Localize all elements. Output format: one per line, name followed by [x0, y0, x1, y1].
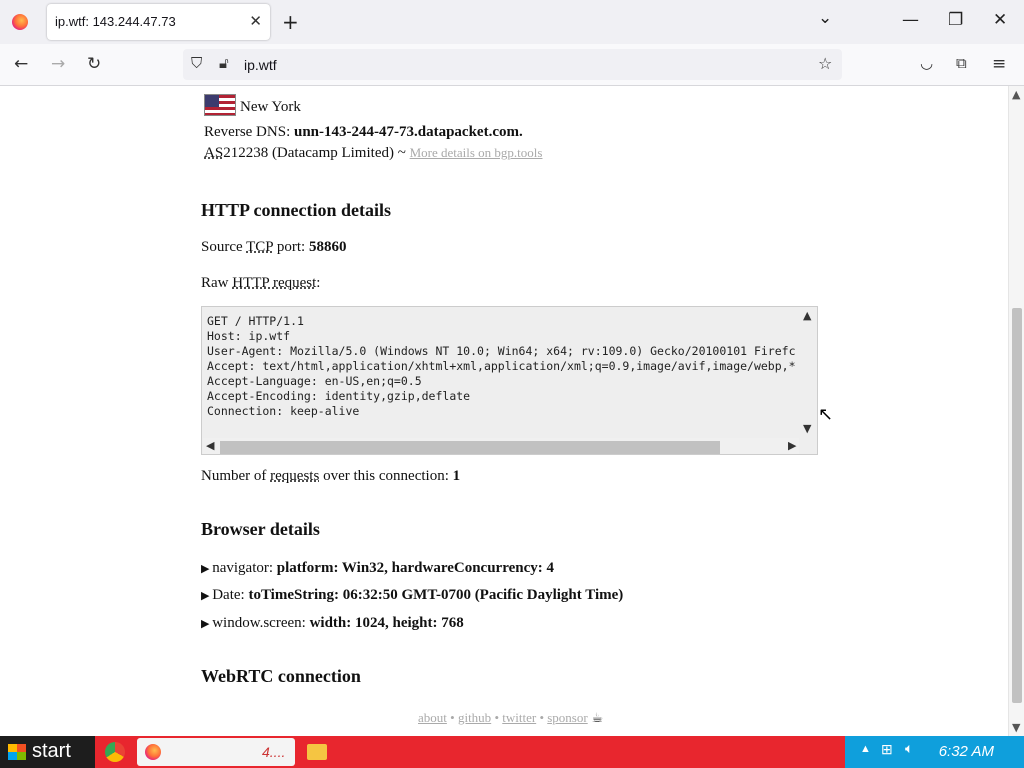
- firefox-task-button[interactable]: 4....: [137, 738, 295, 766]
- browser-tab[interactable]: ip.wtf: 143.244.47.73 ✕: [47, 4, 270, 40]
- http-request-abbr: HTTP request: [232, 275, 317, 291]
- footer-sep: •: [536, 710, 548, 725]
- raw-request-text: GET / HTTP/1.1 Host: ip.wtf User-Agent: …: [207, 314, 796, 418]
- page-scroll-down-icon[interactable]: ▼: [1012, 721, 1020, 734]
- new-tab-button[interactable]: +: [282, 10, 299, 34]
- requests-suffix: over this connection:: [319, 468, 453, 484]
- page-scroll-thumb[interactable]: [1012, 308, 1022, 703]
- extensions-icon[interactable]: ⧉: [956, 54, 967, 72]
- details-label: navigator:: [212, 560, 277, 576]
- lock-icon[interactable]: 🔓︎: [219, 54, 229, 72]
- horizontal-scrollbar[interactable]: ◀ ▶: [203, 438, 799, 454]
- footer-sep: •: [491, 710, 503, 725]
- taskbar-apps: 4....: [95, 736, 845, 768]
- network-icon[interactable]: ⊞: [881, 742, 893, 759]
- windows-logo-icon: [8, 744, 26, 760]
- close-window-icon[interactable]: ✕: [993, 10, 1007, 30]
- twitter-link[interactable]: twitter: [502, 710, 536, 725]
- footer: about • github • twitter • sponsor ☕︎: [418, 710, 603, 727]
- about-link[interactable]: about: [418, 710, 447, 725]
- us-flag-icon: [204, 94, 236, 116]
- reload-icon[interactable]: ↻: [87, 54, 101, 74]
- bgp-tools-link[interactable]: More details on bgp.tools: [410, 145, 543, 160]
- scroll-up-icon[interactable]: ▲: [803, 309, 811, 322]
- reverse-dns-value: unn-143-244-47-73.datapacket.com.: [294, 124, 523, 140]
- details-label: window.screen:: [212, 615, 310, 631]
- mouse-cursor-icon: ↖: [818, 404, 834, 425]
- details-value: toTimeString: 06:32:50 GMT-0700 (Pacific…: [248, 587, 624, 603]
- bookmark-star-icon[interactable]: ☆: [818, 54, 832, 73]
- pocket-icon[interactable]: ◡: [920, 54, 933, 72]
- tray-expand-icon[interactable]: ▲: [860, 743, 871, 755]
- firefox-logo-icon: [12, 14, 28, 30]
- as-info: AS212238 (Datacamp Limited) ~ More detai…: [204, 145, 542, 162]
- navigation-toolbar: ← → ↻ ⛉ 🔓︎ ip.wtf ☆ ◡ ⧉ ≡: [0, 44, 1024, 86]
- disclosure-triangle-icon: ▶: [201, 563, 213, 575]
- close-tab-icon[interactable]: ✕: [249, 12, 262, 30]
- details-screen[interactable]: ▶ window.screen: width: 1024, height: 76…: [201, 615, 464, 632]
- location-row: New York: [204, 94, 301, 116]
- minimize-icon[interactable]: —: [902, 10, 919, 30]
- details-value: platform: Win32, hardwareConcurrency: 4: [276, 560, 555, 576]
- sponsor-link[interactable]: sponsor: [547, 710, 587, 725]
- tab-strip: ip.wtf: 143.244.47.73 ✕ + ⌄ — ❐ ✕: [0, 0, 1024, 44]
- requests-abbr: requests: [270, 468, 320, 484]
- start-button[interactable]: start: [0, 736, 95, 768]
- horizontal-scroll-thumb[interactable]: [220, 441, 720, 454]
- raw-http-label: Raw HTTP request:: [201, 275, 320, 292]
- browser-details-heading: Browser details: [201, 519, 320, 539]
- folder-icon[interactable]: [307, 744, 327, 760]
- details-value: width: 1024, height: 768: [309, 615, 464, 631]
- reverse-dns: Reverse DNS: unn-143-244-47-73.datapacke…: [204, 124, 523, 141]
- port-label: port:: [273, 239, 309, 255]
- firefox-taskbar-icon: [145, 744, 161, 760]
- shield-icon[interactable]: ⛉: [191, 54, 202, 72]
- page-scrollbar[interactable]: ▲ ▼: [1008, 86, 1024, 736]
- as-abbr: AS: [204, 145, 224, 161]
- restore-icon[interactable]: ❐: [948, 10, 963, 30]
- start-label: start: [32, 740, 71, 762]
- menu-icon[interactable]: ≡: [992, 54, 1006, 74]
- details-navigator[interactable]: ▶ navigator: platform: Win32, hardwareCo…: [201, 560, 554, 577]
- scroll-left-icon[interactable]: ◀: [206, 439, 214, 452]
- requests-count: Number of requests over this connection:…: [201, 468, 460, 485]
- requests-value: 1: [452, 468, 461, 484]
- url-text[interactable]: ip.wtf: [244, 57, 277, 73]
- source-port: Source TCP port: 58860: [201, 239, 346, 256]
- http-heading: HTTP connection details: [201, 200, 392, 220]
- tab-title: ip.wtf: 143.244.47.73: [55, 14, 176, 29]
- requests-label: Number of: [201, 468, 271, 484]
- task-label: 4....: [262, 744, 286, 760]
- as-number: 212238 (Datacamp Limited) ~: [223, 145, 410, 161]
- windows-taskbar: start 4.... ▲ ⊞ 🔈︎ 6:32 AM: [0, 736, 1024, 768]
- disclosure-triangle-icon: ▶: [201, 618, 213, 630]
- port-value: 58860: [308, 239, 347, 255]
- details-label: Date:: [212, 587, 249, 603]
- page-content: New York Reverse DNS: unn-143-244-47-73.…: [0, 86, 1008, 736]
- volume-icon[interactable]: 🔈︎: [905, 742, 913, 758]
- page-scroll-up-icon[interactable]: ▲: [1012, 88, 1020, 101]
- footer-sep: •: [446, 710, 458, 725]
- city-name: New York: [240, 99, 301, 115]
- raw-label: Raw: [201, 275, 233, 291]
- coffee-icon: ☕︎: [591, 710, 604, 725]
- webrtc-heading: WebRTC connection: [201, 666, 361, 686]
- clock[interactable]: 6:32 AM: [939, 743, 994, 760]
- scroll-right-icon[interactable]: ▶: [788, 439, 796, 452]
- address-bar[interactable]: ⛉ 🔓︎ ip.wtf ☆: [183, 49, 842, 80]
- scroll-down-icon[interactable]: ▼: [803, 422, 811, 435]
- github-link[interactable]: github: [458, 710, 491, 725]
- raw-request-box[interactable]: GET / HTTP/1.1 Host: ip.wtf User-Agent: …: [201, 306, 818, 455]
- tcp-abbr: TCP: [246, 239, 274, 255]
- colon: :: [316, 275, 321, 291]
- reverse-dns-label: Reverse DNS:: [204, 124, 294, 140]
- list-tabs-icon[interactable]: ⌄: [818, 8, 832, 28]
- details-date[interactable]: ▶ Date: toTimeString: 06:32:50 GMT-0700 …: [201, 587, 623, 604]
- source-label: Source: [201, 239, 247, 255]
- disclosure-triangle-icon: ▶: [201, 590, 213, 602]
- chrome-icon[interactable]: [105, 742, 125, 762]
- forward-icon[interactable]: →: [51, 54, 65, 74]
- system-tray: ▲ ⊞ 🔈︎ 6:32 AM: [845, 736, 1024, 768]
- back-icon[interactable]: ←: [14, 54, 28, 74]
